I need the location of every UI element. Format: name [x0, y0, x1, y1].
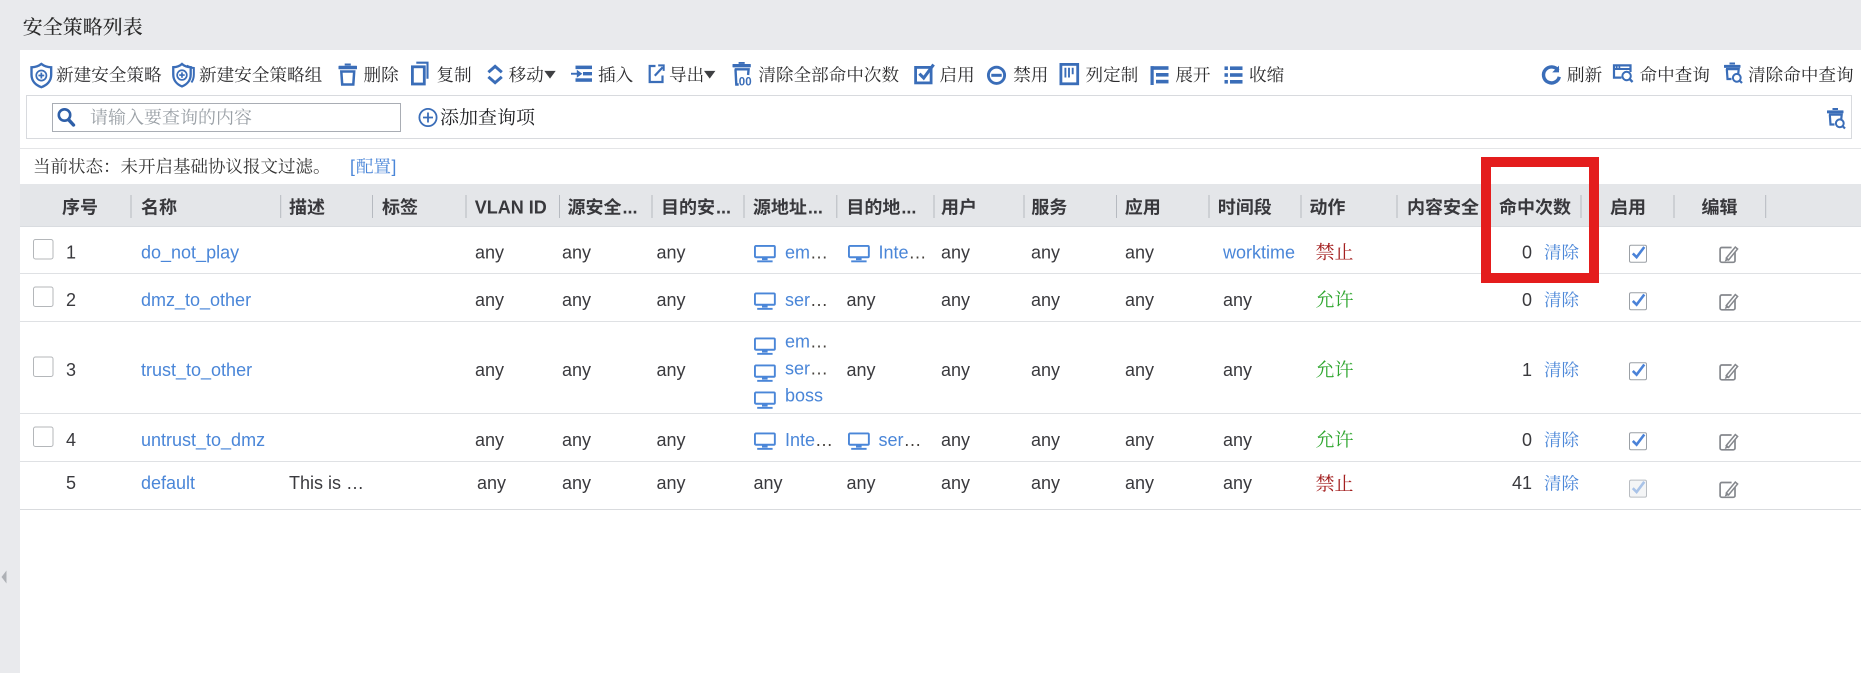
svg-text:00: 00 [739, 76, 752, 88]
svg-text:...: ... [623, 198, 638, 218]
svg-text:This is …: This is … [289, 473, 364, 493]
svg-text:0: 0 [1522, 243, 1532, 263]
svg-text:any: any [1125, 430, 1154, 450]
svg-text:any: any [562, 360, 591, 380]
svg-text:any: any [941, 430, 970, 450]
svg-text:any: any [754, 473, 783, 493]
svg-text:ser: ser [879, 430, 904, 450]
svg-text:dmz_to_other: dmz_to_other [141, 290, 251, 311]
svg-text:any: any [1125, 243, 1154, 263]
svg-text:4: 4 [66, 430, 76, 450]
svg-text:any: any [657, 290, 686, 310]
svg-text:any: any [1223, 360, 1252, 380]
svg-text:em: em [785, 243, 810, 263]
svg-text:…: … [815, 430, 833, 450]
svg-text:any: any [475, 360, 504, 380]
svg-text:…: … [810, 290, 828, 310]
svg-text:any: any [475, 430, 504, 450]
svg-text:any: any [1031, 430, 1060, 450]
svg-text:any: any [657, 243, 686, 263]
svg-text:any: any [562, 243, 591, 263]
svg-text:1: 1 [66, 243, 76, 263]
svg-text:…: … [810, 243, 828, 263]
svg-text:any: any [1125, 360, 1154, 380]
svg-text:em: em [785, 331, 810, 351]
svg-text:0: 0 [1522, 430, 1532, 450]
svg-text:5: 5 [66, 473, 76, 493]
svg-text:any: any [657, 430, 686, 450]
svg-text:any: any [1223, 430, 1252, 450]
svg-text:any: any [1125, 290, 1154, 310]
svg-text:boss: boss [785, 385, 823, 405]
svg-text:2: 2 [66, 290, 76, 310]
svg-text:any: any [1031, 243, 1060, 263]
svg-text:any: any [941, 473, 970, 493]
svg-text:any: any [475, 290, 504, 310]
svg-text:any: any [847, 360, 876, 380]
svg-text:Inte: Inte [879, 243, 909, 263]
svg-text:...: ... [808, 198, 823, 218]
svg-text:VLAN ID: VLAN ID [475, 198, 547, 218]
svg-text:ser: ser [785, 290, 810, 310]
svg-text:3: 3 [66, 360, 76, 380]
svg-text:any: any [562, 473, 591, 493]
svg-text:…: … [810, 358, 828, 378]
svg-text:any: any [1223, 473, 1252, 493]
svg-text:ser: ser [785, 358, 810, 378]
svg-text:[: [ [350, 157, 355, 177]
svg-text:trust_to_other: trust_to_other [141, 360, 252, 381]
svg-text:any: any [1125, 473, 1154, 493]
svg-text:any: any [941, 360, 970, 380]
svg-text:any: any [475, 243, 504, 263]
svg-text:any: any [562, 430, 591, 450]
svg-text:…: … [909, 243, 927, 263]
svg-text:41: 41 [1512, 473, 1532, 493]
svg-text:any: any [477, 473, 506, 493]
svg-text:…: … [904, 430, 922, 450]
svg-text:any: any [847, 473, 876, 493]
svg-text:any: any [657, 473, 686, 493]
svg-text:1: 1 [1522, 360, 1532, 380]
svg-text:Inte: Inte [785, 430, 815, 450]
svg-text:...: ... [716, 198, 731, 218]
svg-text:any: any [1223, 290, 1252, 310]
svg-text:...: ... [901, 198, 916, 218]
svg-text:any: any [562, 290, 591, 310]
svg-text:any: any [1031, 360, 1060, 380]
svg-text:any: any [941, 290, 970, 310]
svg-text:do_not_play: do_not_play [141, 243, 239, 264]
svg-text:worktime: worktime [1222, 243, 1295, 263]
svg-text:any: any [1031, 290, 1060, 310]
svg-text:any: any [847, 290, 876, 310]
svg-text:any: any [941, 243, 970, 263]
svg-text:any: any [1031, 473, 1060, 493]
svg-text:0: 0 [1522, 290, 1532, 310]
svg-text:…: … [810, 331, 828, 351]
svg-text:untrust_to_dmz: untrust_to_dmz [141, 430, 265, 451]
svg-text:any: any [657, 360, 686, 380]
svg-text:default: default [141, 473, 195, 493]
svg-text:]: ] [392, 157, 397, 177]
